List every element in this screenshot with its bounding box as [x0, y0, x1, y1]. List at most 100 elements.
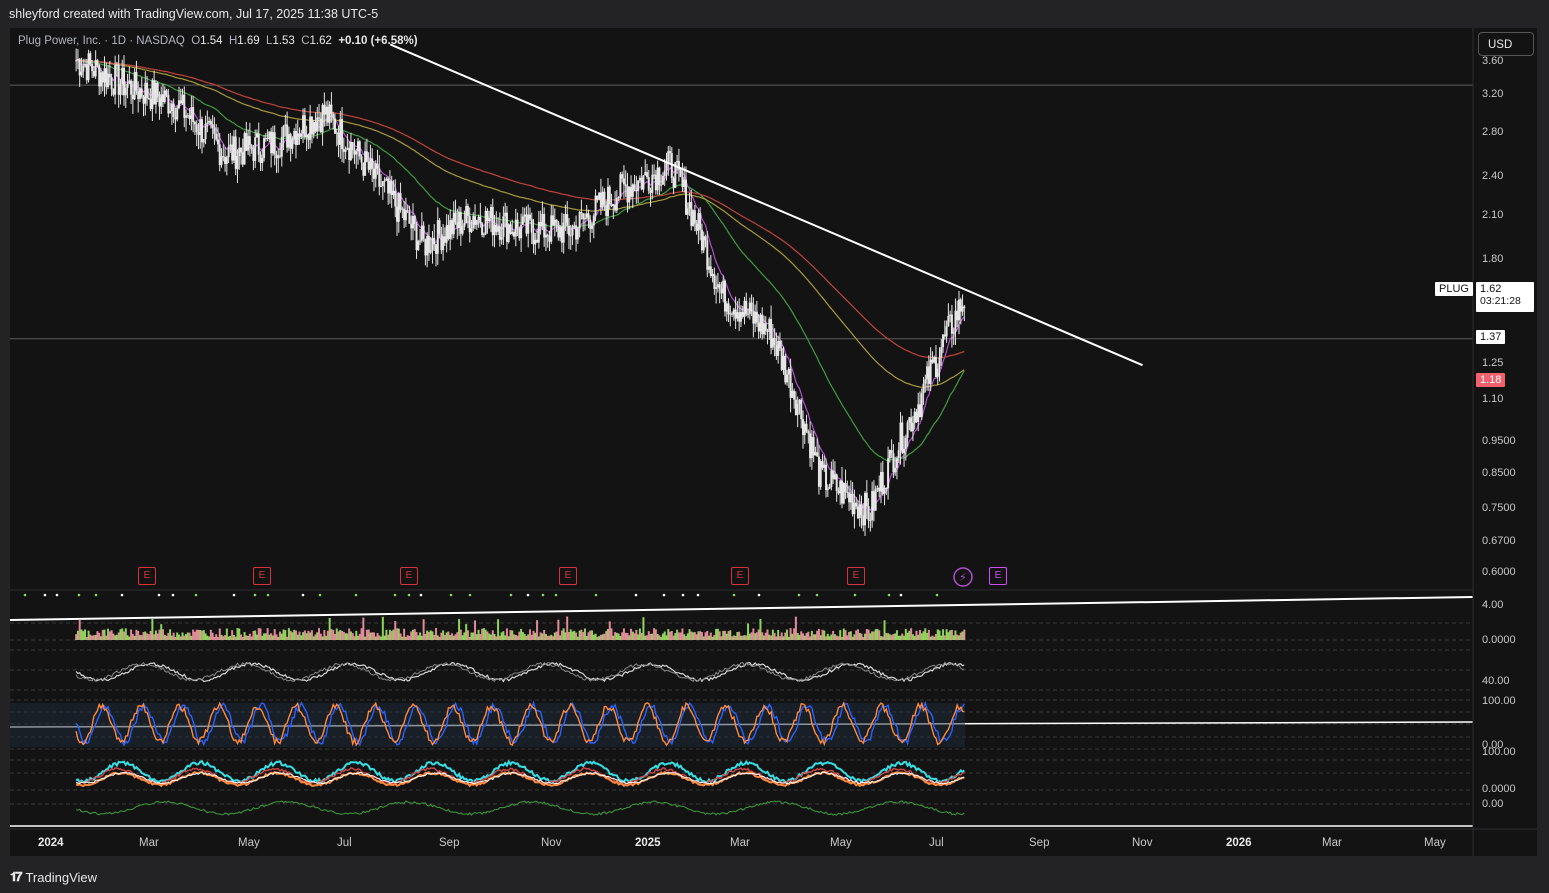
candle-body: [817, 456, 820, 487]
candle-body: [580, 212, 583, 214]
candle-body: [778, 340, 781, 349]
volume-bar: [316, 632, 319, 640]
volume-bar: [656, 633, 659, 640]
volume-bar: [922, 631, 925, 640]
volume-bar: [337, 631, 340, 640]
volume-bar: [761, 632, 764, 640]
volume-bar: [142, 632, 145, 640]
volume-bar: [270, 633, 273, 640]
chart-canvas[interactable]: ⚡: [0, 0, 1549, 893]
candle-body: [654, 174, 657, 191]
volume-bar: [846, 635, 849, 640]
candle-body: [307, 134, 310, 140]
volume-bar: [85, 636, 88, 640]
volume-bar: [112, 633, 115, 640]
volume-bar: [903, 635, 906, 640]
candle-body: [201, 119, 204, 143]
candle-body: [881, 471, 884, 494]
earnings-marker[interactable]: E: [559, 567, 577, 585]
candle-body: [339, 119, 342, 145]
price-tick: 1.80: [1482, 253, 1504, 265]
candle-body: [426, 236, 429, 256]
volume-bar: [419, 632, 422, 640]
volume-bar: [332, 630, 335, 640]
candle-body: [511, 232, 514, 234]
volume-bar: [351, 633, 354, 640]
volume-bar: [117, 632, 120, 640]
candle-body: [362, 162, 365, 176]
signal-dot: [55, 593, 59, 597]
volume-bar: [387, 634, 390, 640]
volume-bar: [484, 629, 487, 640]
candle-body: [280, 137, 283, 157]
volume-bar: [275, 634, 278, 640]
volume-bar: [495, 636, 498, 640]
candle-body: [162, 94, 165, 102]
volume-bar: [486, 631, 489, 640]
candle-body: [899, 422, 902, 451]
volume-bar: [557, 619, 560, 640]
upcoming-earnings-marker[interactable]: E: [989, 567, 1007, 585]
candle-body: [615, 198, 618, 211]
candle-body: [631, 184, 634, 197]
volume-bar: [193, 631, 196, 640]
volume-bar: [959, 632, 962, 640]
earnings-marker[interactable]: E: [400, 567, 418, 585]
candle-body: [759, 314, 762, 332]
volume-bar: [904, 628, 907, 640]
volume-bar: [848, 631, 851, 640]
volume-bar: [380, 636, 383, 640]
volume-bar: [186, 632, 189, 640]
candle-body: [784, 355, 787, 383]
candle-body: [727, 303, 730, 315]
earnings-marker[interactable]: E: [253, 567, 271, 585]
volume-bar: [562, 628, 565, 640]
candle-body: [396, 206, 399, 222]
tradingview-logo[interactable]: 𝟏𝟕 TradingView: [10, 869, 97, 885]
earnings-marker[interactable]: E: [138, 567, 156, 585]
candle-body: [367, 161, 370, 170]
candle-body: [341, 119, 344, 150]
candle-body: [514, 219, 517, 237]
volume-bar: [752, 628, 755, 640]
volume-bar: [385, 629, 388, 640]
volume-bar: [459, 629, 462, 640]
volume-bar: [525, 635, 528, 640]
volume-bar: [630, 628, 633, 640]
volume-bar: [541, 633, 544, 640]
volume-bar: [78, 619, 81, 640]
candle-body: [952, 331, 955, 334]
candle-body: [378, 168, 381, 187]
volume-bar: [488, 633, 491, 640]
candle-body: [606, 186, 609, 217]
price-tick: 2.80: [1482, 126, 1504, 138]
volume-bar: [823, 630, 826, 640]
candle-body: [954, 310, 957, 332]
volume-bar: [110, 630, 113, 640]
volume-bar: [713, 634, 716, 640]
volume-bar: [378, 635, 381, 640]
volume-bar: [842, 628, 845, 640]
volume-bar: [635, 629, 638, 640]
volume-bar: [906, 632, 909, 640]
candle-body: [153, 80, 156, 105]
candle-body: [89, 53, 92, 64]
volume-bar: [543, 630, 546, 640]
signal-dot: [732, 593, 736, 597]
candle-body: [250, 145, 253, 150]
volume-bar: [645, 635, 648, 640]
candle-body: [123, 67, 126, 96]
candle-body: [82, 65, 85, 72]
currency-selector[interactable]: USD: [1478, 32, 1534, 56]
candle-body: [300, 133, 303, 137]
volume-bar: [91, 635, 94, 640]
volume-bar: [537, 636, 540, 640]
candle-body: [530, 219, 533, 233]
candle-body: [404, 210, 407, 221]
candle-body: [667, 151, 670, 162]
earnings-marker[interactable]: E: [847, 567, 865, 585]
candle-body: [328, 104, 331, 123]
volume-bar: [741, 635, 744, 640]
earnings-marker[interactable]: E: [731, 567, 749, 585]
volume-bar: [709, 632, 712, 640]
